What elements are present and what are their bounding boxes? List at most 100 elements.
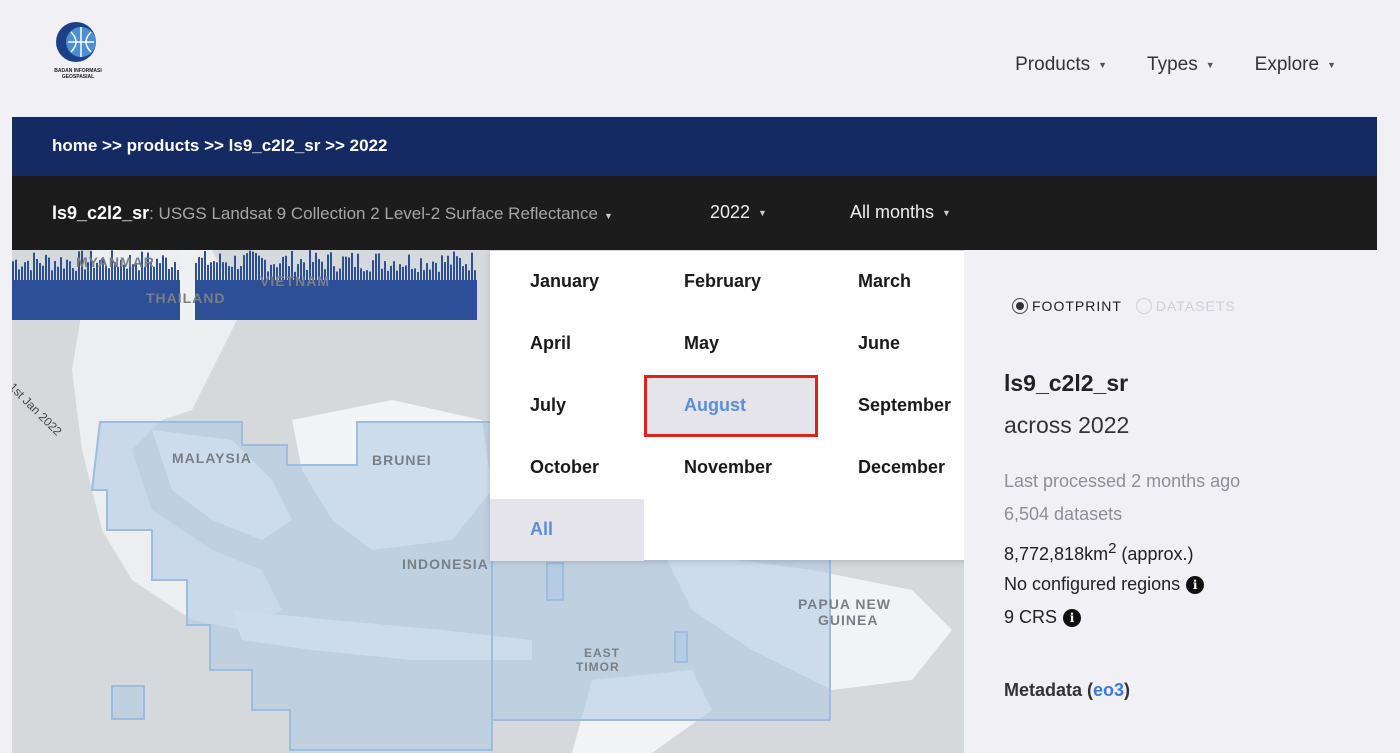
timeline-bar (450, 264, 452, 280)
timeline-bar (165, 257, 167, 280)
month-option-may[interactable]: May (644, 313, 818, 375)
timeline-bar (351, 252, 353, 280)
timeline-bar (156, 258, 158, 280)
map-label-malaysia: MALAYSIA (172, 450, 252, 466)
timeline-bar (54, 261, 56, 280)
regions-stat: No configured regions i (1004, 574, 1205, 595)
month-option-november[interactable]: November (644, 437, 818, 499)
month-option-january[interactable]: January (490, 251, 644, 313)
timeline-bar (384, 261, 386, 280)
crs-stat: 9 CRS i (1004, 607, 1082, 628)
panel-subtitle: across 2022 (1004, 412, 1130, 438)
metadata-heading: Metadata (eo3) (1004, 680, 1130, 701)
timeline-bar (441, 255, 443, 280)
timeline-bar (72, 268, 74, 280)
area-stat: 8,772,818km2 (approx.) (1004, 540, 1193, 565)
dataset-count: 6,504 datasets (1004, 504, 1123, 524)
datasets-radio-label: DATASETS (1155, 298, 1236, 314)
timeline-bar (252, 251, 254, 280)
timeline-bar (420, 258, 422, 280)
panel-title: ls9_c2l2_sr (1004, 370, 1129, 396)
timeline-bar (438, 271, 440, 280)
timeline-bar (375, 253, 377, 280)
timeline-bar (162, 255, 164, 280)
nav-explore-label: Explore (1254, 54, 1320, 75)
timeline-bar (210, 262, 212, 280)
breadcrumb: home >> products >> ls9_c2l2_sr >> 2022 (12, 117, 1377, 176)
month-option-february[interactable]: February (644, 251, 818, 313)
timeline-bar (21, 266, 23, 280)
timeline-bar (414, 268, 416, 280)
nav-products-label: Products (1015, 54, 1091, 75)
timeline-bar (243, 255, 245, 280)
timeline-bar (372, 260, 374, 280)
timeline-bar (51, 270, 53, 280)
timeline-bar (213, 261, 215, 280)
month-select[interactable]: All months ▼ (850, 202, 951, 223)
caret-down-icon: ▼ (942, 207, 951, 218)
nav-explore[interactable]: Explore ▼ (1255, 54, 1336, 76)
info-icon[interactable]: i (1186, 575, 1205, 594)
timeline-bar (198, 257, 200, 280)
timeline-bar (177, 270, 179, 280)
timeline-bar (48, 257, 50, 280)
timeline-bar (138, 270, 140, 280)
radio-selected-icon (1012, 298, 1028, 314)
map-label-vietnam: VIETNAM (260, 273, 330, 289)
timeline-bar (228, 266, 230, 280)
timeline-bar (348, 257, 350, 280)
timeline-bar (30, 270, 32, 280)
nav-products[interactable]: Products ▼ (1015, 54, 1107, 76)
product-bar: ls9_c2l2_sr: USGS Landsat 9 Collection 2… (12, 176, 1377, 250)
timeline-bar (57, 266, 59, 280)
year-label: 2022 (710, 202, 751, 222)
timeline-bar (45, 254, 47, 280)
product-summary-panel: FOOTPRINT DATASETS ls9_c2l2_sr across 20… (964, 250, 1377, 753)
info-icon[interactable]: i (1063, 608, 1082, 627)
timeline-bar (462, 266, 464, 280)
timeline-bar (201, 257, 203, 280)
month-label: All months (850, 202, 935, 222)
timeline-bar (69, 261, 71, 280)
timeline-bar (411, 268, 413, 280)
footprint-area-east (491, 549, 831, 721)
timeline-bar (63, 268, 65, 280)
logo-text-line2: GEOSPASIAL (61, 74, 95, 80)
map-label-timor-1: EAST (584, 646, 621, 660)
caret-down-icon: ▼ (758, 207, 767, 218)
timeline-bar (453, 251, 455, 280)
month-option-all[interactable]: All (490, 499, 644, 561)
product-name: ls9_c2l2_sr (52, 203, 150, 223)
timeline-bar (159, 263, 161, 280)
footprint-tile (546, 562, 564, 601)
footprint-radio[interactable]: FOOTPRINT (1012, 298, 1122, 314)
timeline-bar (36, 259, 38, 280)
area-suffix: (approx.) (1116, 544, 1194, 564)
breadcrumb-text[interactable]: home >> products >> ls9_c2l2_sr >> 2022 (52, 136, 387, 155)
timeline-bar (126, 268, 128, 280)
year-select[interactable]: 2022 ▼ (710, 202, 767, 223)
timeline-bar (393, 261, 395, 280)
metadata-eo3-link[interactable]: eo3 (1093, 680, 1124, 700)
month-option-october[interactable]: October (490, 437, 644, 499)
footprint-tile (111, 685, 145, 720)
month-option-july[interactable]: July (490, 375, 644, 437)
timeline-bar (390, 265, 392, 280)
product-select[interactable]: ls9_c2l2_sr: USGS Landsat 9 Collection 2… (52, 203, 613, 224)
month-option-april[interactable]: April (490, 313, 644, 375)
nav-types-label: Types (1147, 54, 1198, 75)
timeline-bar (405, 265, 407, 280)
top-nav: Products ▼ Types ▼ Explore ▼ (1015, 54, 1336, 76)
timeline-bar (387, 270, 389, 280)
timeline-bar (444, 262, 446, 280)
timeline-bar (381, 268, 383, 280)
timeline-bar (333, 266, 335, 280)
datasets-radio[interactable]: DATASETS (1135, 298, 1236, 314)
timeline-bar (465, 264, 467, 280)
timeline-bar (336, 271, 338, 280)
nav-types[interactable]: Types ▼ (1147, 54, 1215, 76)
caret-down-icon: ▼ (1327, 60, 1336, 70)
timeline-bar (360, 268, 362, 280)
month-option-august[interactable]: August (644, 375, 818, 437)
timeline-bar (219, 253, 221, 280)
